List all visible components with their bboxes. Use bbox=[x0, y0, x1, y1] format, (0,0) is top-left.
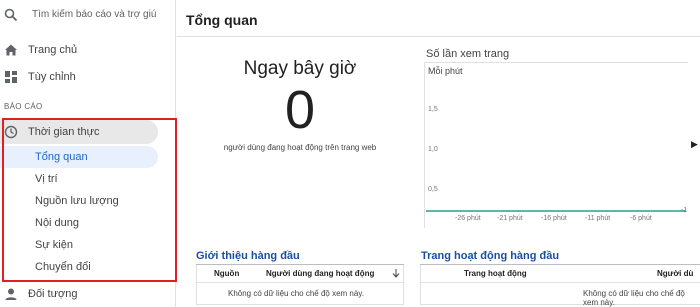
sort-arrow-down-icon[interactable] bbox=[392, 268, 400, 278]
active-users-count: 0 bbox=[284, 80, 316, 140]
search-input[interactable] bbox=[32, 9, 172, 20]
search-bar[interactable] bbox=[0, 0, 176, 34]
chevron-right-icon[interactable]: ▶ bbox=[691, 139, 698, 150]
x-tick: -11 phút bbox=[585, 215, 611, 222]
sidebar-subitem-overview[interactable]: Tổng quan bbox=[0, 146, 158, 168]
sidebar-subitem-conversions[interactable]: Chuyển đổi bbox=[0, 256, 158, 278]
active-now-title: Ngay bây giờ bbox=[243, 58, 357, 79]
clock-icon bbox=[4, 125, 18, 139]
subitem-label: Nội dung bbox=[35, 217, 80, 229]
header-divider bbox=[177, 36, 700, 37]
subitem-label: Sự kiện bbox=[35, 239, 73, 251]
sidebar-item-realtime-label: Thời gian thực bbox=[28, 126, 100, 138]
sidebar-item-home-label: Trang chủ bbox=[28, 44, 78, 56]
x-tick-edge: -1 bbox=[681, 207, 688, 214]
sidebar-subitem-traffic-sources[interactable]: Nguồn lưu lượng bbox=[0, 190, 158, 212]
table-header-divider bbox=[196, 282, 404, 283]
column-header-source[interactable]: Nguồn bbox=[214, 269, 239, 278]
x-tick: -6 phút bbox=[630, 215, 652, 222]
sidebar-item-customize-label: Tùy chỉnh bbox=[28, 71, 76, 83]
sidebar-item-realtime-row[interactable]: Thời gian thực bbox=[0, 121, 176, 143]
pageviews-title: Số lần xem trang bbox=[426, 48, 510, 60]
sidebar-subitem-events[interactable]: Sự kiện bbox=[0, 234, 158, 256]
sidebar: Trang chủ Tùy chỉnh BÁO CÁO Thời gian th… bbox=[0, 0, 176, 307]
sidebar-subitem-content[interactable]: Nội dung bbox=[0, 212, 158, 234]
subitem-label: Chuyển đổi bbox=[35, 261, 91, 273]
empty-state-text: Không có dữ liệu cho chế độ xem này. bbox=[228, 289, 364, 298]
home-icon bbox=[5, 44, 17, 56]
search-icon[interactable] bbox=[4, 8, 18, 22]
empty-state-text: Không có dữ liệu cho chế độ xem này. bbox=[583, 289, 685, 307]
x-tick: -16 phút bbox=[541, 215, 567, 222]
subitem-label: Tổng quan bbox=[35, 151, 88, 163]
x-tick: -21 phút bbox=[497, 215, 523, 222]
sidebar-item-home[interactable]: Trang chủ bbox=[0, 39, 176, 61]
dashboard-icon bbox=[5, 71, 17, 83]
sidebar-item-customize[interactable]: Tùy chỉnh bbox=[0, 66, 176, 88]
sidebar-item-audience-label: Đối tượng bbox=[28, 288, 78, 300]
page-title: Tổng quan bbox=[186, 12, 258, 28]
subitem-label: Vị trí bbox=[35, 173, 58, 185]
reports-section-label: BÁO CÁO bbox=[4, 102, 43, 111]
pageviews-chart: Mỗi phút 1,5 1,0 0,5 -26 phút -21 phút -… bbox=[424, 62, 688, 228]
column-header-active-users[interactable]: Người dùng đang hoạt động bbox=[266, 269, 374, 278]
column-header-active-page[interactable]: Trang hoạt động bbox=[464, 269, 527, 278]
table-header-divider bbox=[420, 282, 700, 283]
sidebar-subitem-location[interactable]: Vị trí bbox=[0, 168, 158, 190]
subitem-label: Nguồn lưu lượng bbox=[35, 195, 119, 207]
column-header-users[interactable]: Người dù bbox=[657, 269, 693, 278]
person-icon bbox=[5, 288, 17, 300]
sidebar-item-audience[interactable]: Đối tượng bbox=[0, 283, 176, 305]
active-users-description: người dùng đang hoạt động trên trang web bbox=[223, 143, 377, 152]
top-pages-title: Trang hoạt động hàng đầu bbox=[421, 250, 560, 262]
x-tick: -26 phút bbox=[455, 215, 481, 222]
chart-baseline bbox=[426, 210, 686, 212]
top-referrals-title: Giới thiệu hàng đầu bbox=[196, 250, 300, 262]
